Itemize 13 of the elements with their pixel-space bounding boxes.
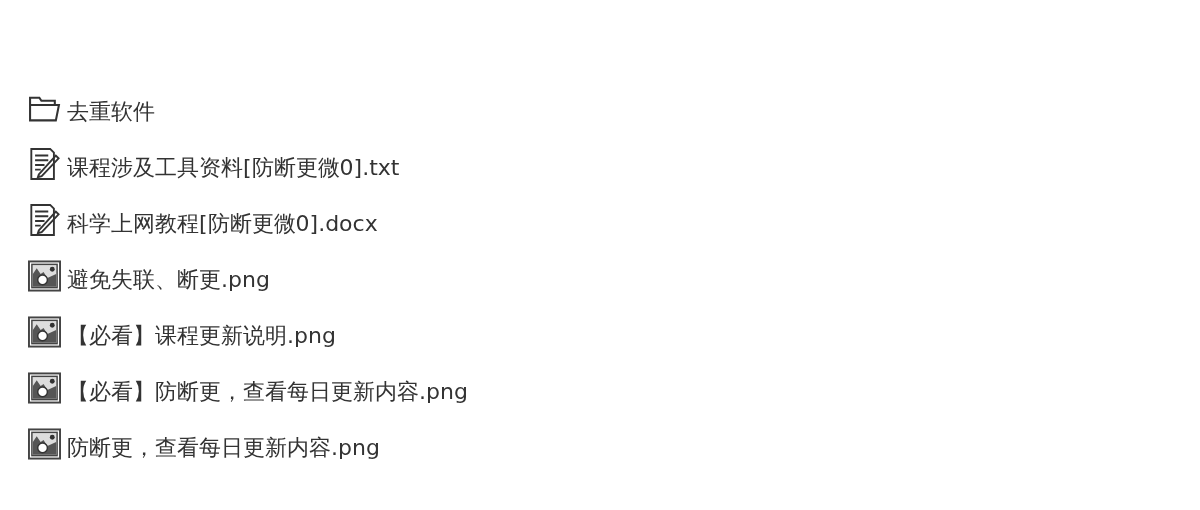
image-file-icon bbox=[28, 316, 61, 348]
image-file-icon bbox=[28, 372, 61, 404]
document-icon bbox=[28, 204, 61, 236]
file-name[interactable]: 【必看】课程更新说明.png bbox=[67, 321, 336, 351]
image-file-icon bbox=[28, 260, 61, 292]
file-name[interactable]: 科学上网教程[防断更微0].docx bbox=[67, 209, 378, 239]
file-name[interactable]: 避免失联、断更.png bbox=[67, 265, 270, 295]
document-icon bbox=[28, 148, 61, 180]
file-name[interactable]: 【必看】防断更，查看每日更新内容.png bbox=[67, 377, 468, 407]
file-name[interactable]: 课程涉及工具资料[防断更微0].txt bbox=[67, 153, 400, 183]
file-name[interactable]: 去重软件 bbox=[67, 97, 155, 127]
image-file-icon bbox=[28, 428, 61, 460]
file-name[interactable]: 防断更，查看每日更新内容.png bbox=[67, 433, 380, 463]
